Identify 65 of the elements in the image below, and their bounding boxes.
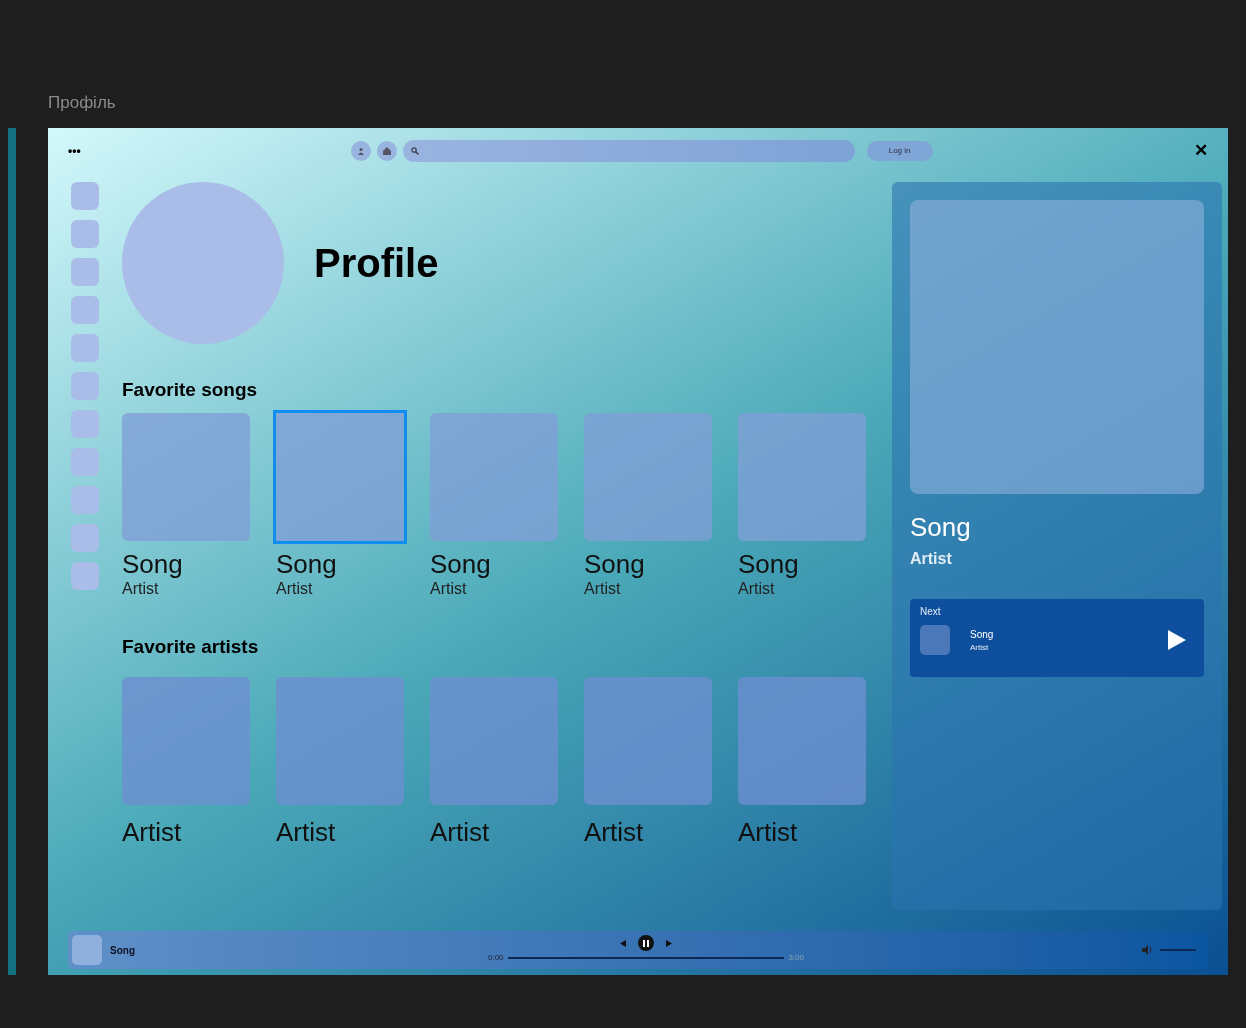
sidebar-item[interactable] (71, 334, 99, 362)
speaker-icon[interactable] (1142, 945, 1154, 955)
song-cover[interactable] (430, 412, 558, 541)
sidebar-item[interactable] (71, 448, 99, 476)
sidebar-item[interactable] (71, 410, 99, 438)
sidebar-item[interactable] (71, 220, 99, 248)
artist-image[interactable] (122, 677, 250, 805)
artist-name: Artist (276, 816, 337, 849)
song-title: Song (276, 548, 338, 579)
artist-image[interactable] (430, 677, 558, 805)
artist-name: Artist (430, 816, 491, 849)
song-title: Song (122, 548, 184, 579)
elapsed-time: 0:00 (488, 952, 504, 964)
song-thumbnail (72, 935, 102, 965)
song-artist: Artist (122, 578, 160, 599)
artist-name: Artist (122, 816, 183, 849)
home-icon (382, 147, 391, 155)
section-heading: Favorite songs (122, 378, 259, 402)
next-icon[interactable] (666, 939, 672, 947)
song-thumbnail (920, 625, 950, 655)
total-time: 3:00 (788, 952, 804, 964)
artist-image[interactable] (738, 677, 866, 805)
song-title: Song (110, 943, 135, 958)
sidebar-item[interactable] (71, 372, 99, 400)
artist-name: Artist (584, 816, 645, 849)
song-title: Song (970, 627, 994, 642)
song-artist: Artist (738, 578, 776, 599)
sidebar-item[interactable] (71, 258, 99, 286)
sidebar-item[interactable] (71, 182, 99, 210)
artist-name: Artist (738, 816, 799, 849)
window-title: Профіль (48, 92, 116, 114)
song-title: Song (910, 511, 972, 544)
login-button[interactable]: Log in (866, 141, 933, 161)
sidebar-item[interactable] (71, 486, 99, 514)
song-cover[interactable] (584, 412, 712, 541)
search-icon (410, 147, 419, 155)
sidebar-item[interactable] (71, 524, 99, 552)
song-cover[interactable] (122, 412, 250, 541)
song-artist: Artist (430, 578, 468, 599)
profile-button[interactable] (350, 141, 371, 161)
sidebar-item[interactable] (71, 296, 99, 324)
song-artist: Artist (970, 641, 990, 654)
play-icon[interactable] (1168, 630, 1186, 650)
song-cover[interactable] (273, 409, 407, 544)
previous-icon[interactable] (620, 939, 626, 947)
profile-title: Profile (314, 240, 439, 287)
song-artist: Artist (584, 578, 622, 599)
song-title: Song (430, 548, 492, 579)
volume-slider[interactable] (1160, 946, 1196, 954)
song-title: Song (584, 548, 646, 579)
menu-button[interactable]: ••• (68, 142, 81, 160)
home-button[interactable] (376, 141, 397, 161)
close-button[interactable]: ✕ (1194, 138, 1208, 164)
artist-image[interactable] (584, 677, 712, 805)
next-label: Next (920, 605, 942, 619)
artist-image[interactable] (276, 677, 404, 805)
person-icon (356, 147, 365, 155)
song-artist: Artist (910, 549, 953, 569)
section-heading: Favorite artists (122, 634, 260, 659)
pause-button[interactable] (638, 935, 654, 951)
song-title: Song (738, 548, 800, 579)
search-field[interactable] (402, 140, 855, 162)
song-cover[interactable] (738, 412, 866, 541)
song-artist: Artist (276, 578, 314, 599)
sidebar-item[interactable] (71, 562, 99, 590)
